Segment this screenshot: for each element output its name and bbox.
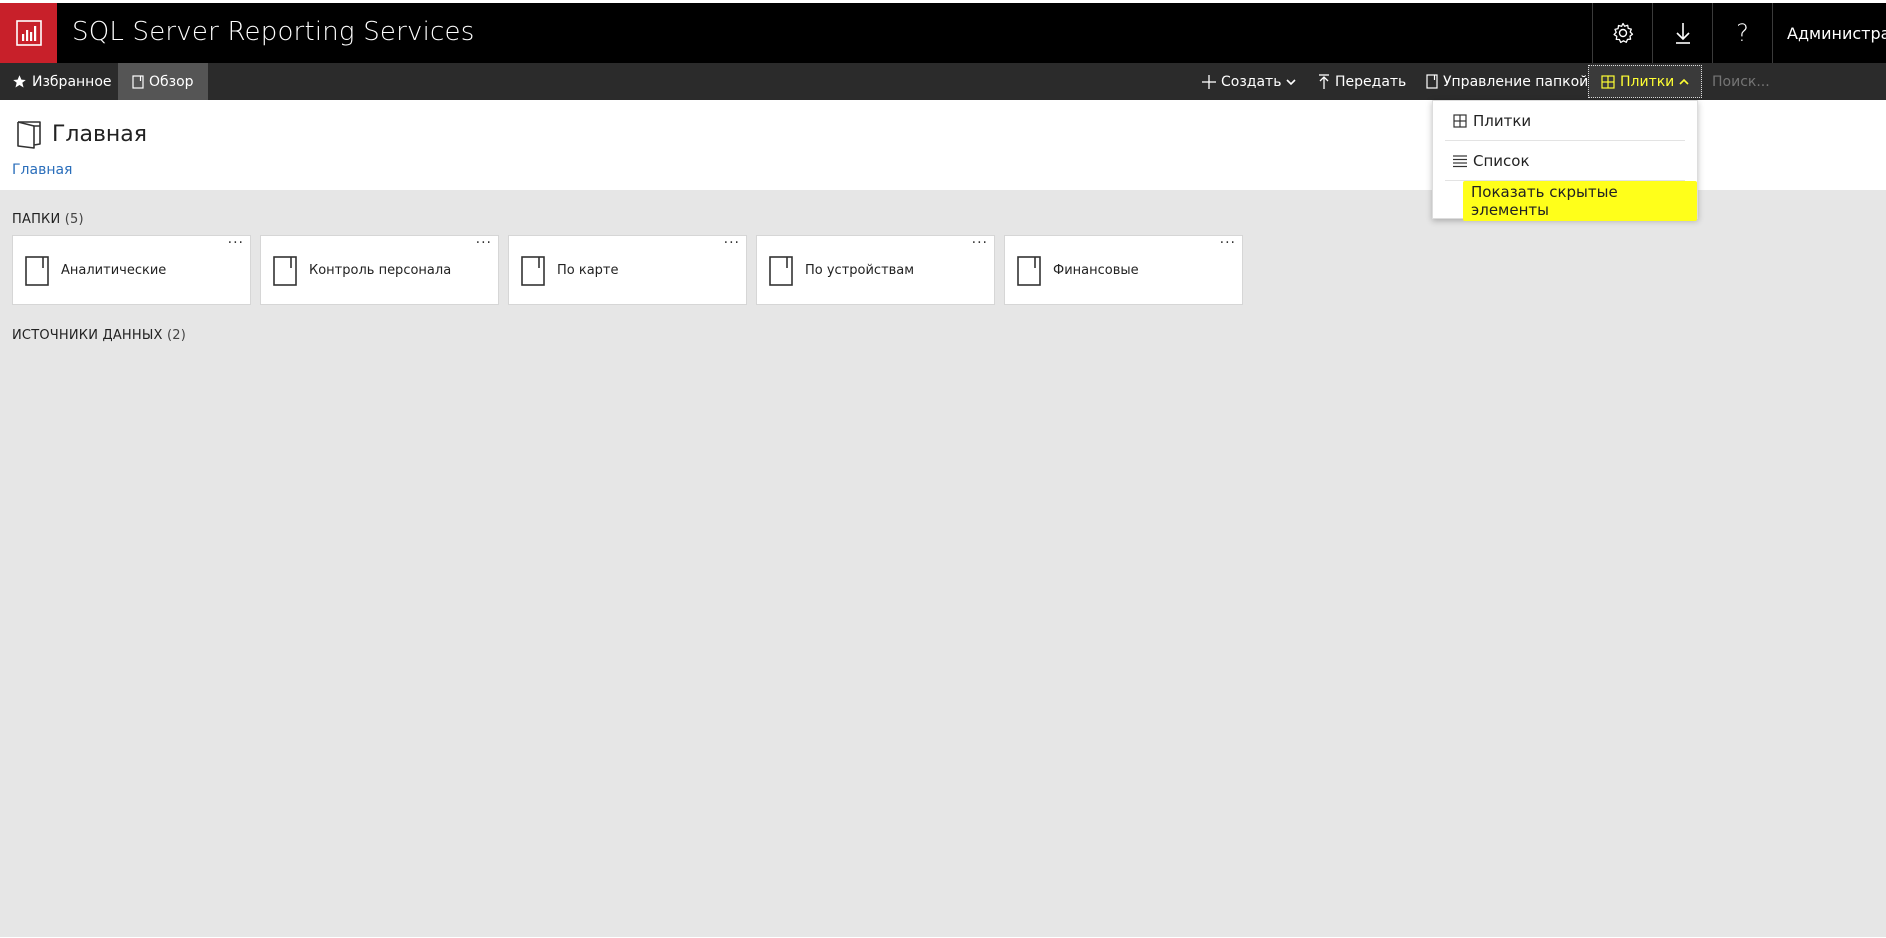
create-label: Создать bbox=[1221, 73, 1282, 90]
help-icon: ? bbox=[1736, 19, 1749, 47]
folder-icon bbox=[521, 256, 545, 286]
folder-tile-label: Аналитические bbox=[61, 263, 167, 278]
download-button[interactable] bbox=[1652, 3, 1712, 63]
folder-icon bbox=[25, 256, 49, 286]
folders-label: ПАПКИ bbox=[12, 212, 61, 227]
upload-label: Передать bbox=[1335, 73, 1407, 90]
app-header: SQL Server Reporting Services ? Админист… bbox=[0, 3, 1886, 63]
datasources-section-heading: ИСТОЧНИКИ ДАННЫХ (2) bbox=[12, 328, 186, 343]
brand-logo[interactable] bbox=[0, 3, 57, 63]
grid-icon bbox=[1453, 114, 1467, 128]
list-icon bbox=[1453, 155, 1467, 168]
menu-item-label: Плитки bbox=[1473, 112, 1532, 130]
folders-count: (5) bbox=[64, 212, 84, 227]
menu-item-label: Показать скрытые элементы bbox=[1463, 181, 1697, 221]
user-menu[interactable]: Администратор bbox=[1772, 3, 1886, 63]
star-icon bbox=[13, 75, 26, 88]
datasources-label: ИСТОЧНИКИ ДАННЫХ bbox=[12, 328, 163, 343]
more-options-icon[interactable]: ··· bbox=[724, 236, 740, 250]
favorites-button[interactable]: Избранное bbox=[12, 63, 112, 100]
folder-tile[interactable]: Финансовые ··· bbox=[1004, 235, 1243, 305]
plus-icon bbox=[1202, 74, 1216, 89]
chevron-up-icon bbox=[1679, 78, 1689, 85]
menu-item-tiles[interactable]: Плитки bbox=[1433, 101, 1697, 141]
folder-tile-label: Финансовые bbox=[1053, 263, 1139, 278]
grid-icon bbox=[1601, 74, 1615, 89]
download-icon bbox=[1675, 23, 1690, 44]
home-folder-icon bbox=[17, 121, 41, 149]
more-options-icon[interactable]: ··· bbox=[972, 236, 988, 250]
folder-settings-icon bbox=[1426, 74, 1438, 89]
create-button[interactable]: Создать bbox=[1202, 63, 1297, 100]
datasources-count: (2) bbox=[167, 328, 187, 343]
folder-tile[interactable]: Аналитические ··· bbox=[12, 235, 251, 305]
folder-tile[interactable]: По карте ··· bbox=[508, 235, 747, 305]
view-menu-dropdown: Плитки Список Показать скрытые элементы bbox=[1432, 100, 1698, 221]
upload-button[interactable]: Передать bbox=[1318, 63, 1406, 100]
help-button[interactable]: ? bbox=[1712, 3, 1772, 63]
folder-icon bbox=[273, 256, 297, 286]
page-title: Главная bbox=[52, 122, 148, 147]
app-title: SQL Server Reporting Services bbox=[72, 17, 475, 47]
browse-tab[interactable]: Обзор bbox=[118, 63, 208, 100]
upload-icon bbox=[1319, 73, 1329, 89]
breadcrumb-home[interactable]: Главная bbox=[12, 162, 72, 178]
manage-folder-label: Управление папкой bbox=[1443, 73, 1589, 90]
more-options-icon[interactable]: ··· bbox=[228, 236, 244, 250]
folder-tile-label: Контроль персонала bbox=[309, 263, 452, 278]
menu-item-list[interactable]: Список bbox=[1433, 141, 1697, 181]
folder-tile[interactable]: По устройствам ··· bbox=[756, 235, 995, 305]
folder-tile[interactable]: Контроль персонала ··· bbox=[260, 235, 499, 305]
folder-icon bbox=[769, 256, 793, 286]
gear-icon bbox=[1612, 22, 1633, 44]
document-icon bbox=[132, 74, 144, 89]
search-input[interactable] bbox=[1700, 63, 1886, 100]
view-tiles-toggle[interactable]: Плитки bbox=[1588, 65, 1703, 98]
menu-item-label: Список bbox=[1473, 152, 1530, 170]
folder-tile-label: По устройствам bbox=[805, 263, 915, 278]
folder-icon bbox=[1017, 256, 1041, 286]
tiles-label: Плитки bbox=[1620, 73, 1675, 90]
chevron-down-icon bbox=[1286, 78, 1297, 85]
more-options-icon[interactable]: ··· bbox=[1220, 236, 1236, 250]
folder-tile-label: По карте bbox=[557, 263, 619, 278]
menu-item-show-hidden[interactable]: Показать скрытые элементы bbox=[1433, 181, 1697, 221]
browse-label: Обзор bbox=[149, 73, 194, 90]
manage-folder-button[interactable]: Управление папкой bbox=[1426, 63, 1588, 100]
settings-button[interactable] bbox=[1592, 3, 1652, 63]
folders-section-heading: ПАПКИ (5) bbox=[12, 212, 84, 227]
chart-logo-icon bbox=[15, 20, 42, 46]
toolbar: Избранное Обзор Создать Передать Управле… bbox=[0, 63, 1886, 100]
more-options-icon[interactable]: ··· bbox=[476, 236, 492, 250]
favorites-label: Избранное bbox=[32, 73, 112, 90]
